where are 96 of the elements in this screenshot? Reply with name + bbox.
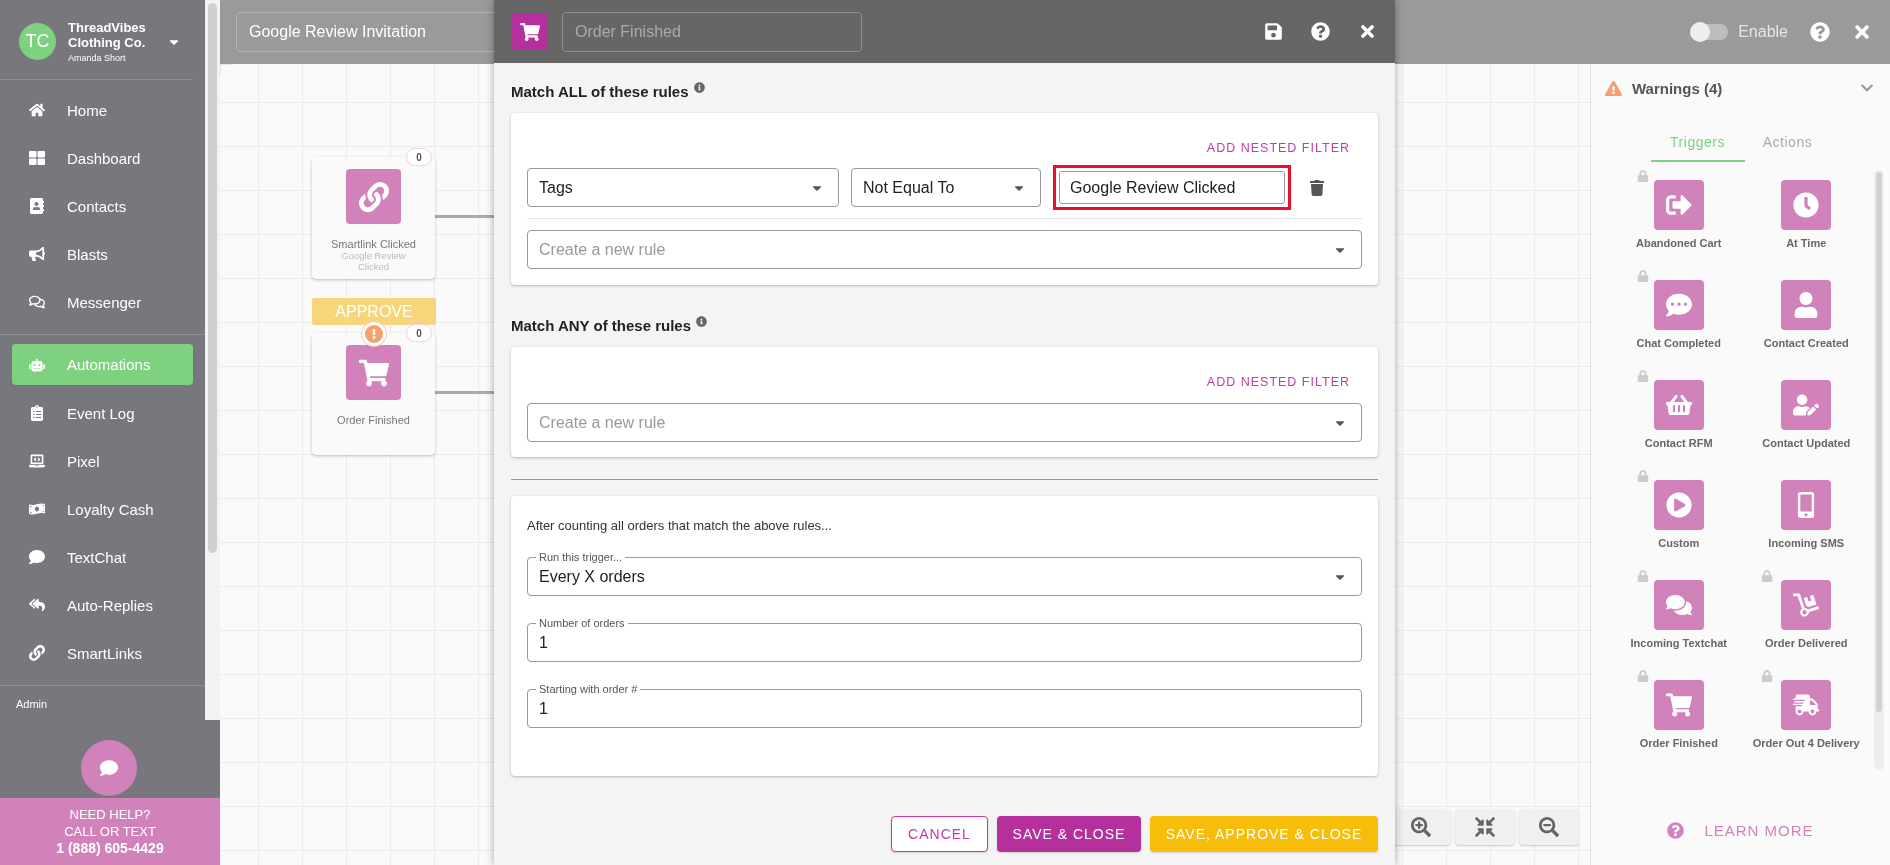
nav-item[interactable]: TextChat — [12, 533, 193, 581]
value-field[interactable]: Google Review Clicked — [1059, 171, 1285, 204]
warning-icon — [1605, 79, 1622, 97]
user-edit-icon — [1781, 380, 1832, 430]
cash-icon — [28, 501, 45, 517]
zoom-in-icon — [1411, 817, 1431, 837]
dolly-icon — [1781, 580, 1832, 630]
trigger-item[interactable]: Order Out 4 Delivery — [1742, 670, 1870, 770]
chat-bubble-icon — [28, 549, 45, 565]
info-icon — [696, 315, 708, 327]
nav-item[interactable]: Event Log — [12, 389, 193, 437]
basket-icon — [1653, 380, 1704, 430]
count-badge: 0 — [406, 324, 432, 342]
trigger-item[interactable]: Order Delivered — [1742, 570, 1870, 670]
account-user: Amanda Short — [68, 53, 127, 63]
trigger-item[interactable]: At Time — [1742, 170, 1870, 270]
reply-all-icon — [28, 597, 45, 613]
trigger-item[interactable]: Incoming SMS — [1742, 470, 1870, 570]
save-close-button[interactable]: SAVE & CLOSE — [997, 816, 1141, 852]
grid-icon — [28, 150, 45, 166]
megaphone-icon — [28, 246, 45, 262]
user-icon — [1781, 280, 1832, 330]
account-name: ThreadVibes Clothing Co. — [68, 20, 147, 50]
trigger-item[interactable]: Custom — [1615, 470, 1743, 570]
chat-bubbles-icon — [1653, 580, 1704, 630]
nav-item[interactable]: Auto-Replies — [12, 581, 193, 629]
cart-icon — [1653, 680, 1704, 730]
trigger-item[interactable]: Contact Updated — [1742, 370, 1870, 470]
operator-select[interactable]: Not Equal To — [851, 168, 1041, 207]
enable-toggle[interactable] — [1690, 24, 1729, 40]
title-field[interactable]: Order Finished — [562, 11, 862, 52]
help-icon[interactable] — [1311, 22, 1330, 41]
cart-icon — [511, 13, 548, 50]
home-icon — [28, 102, 45, 118]
intro-text: After counting all orders that match the above rules... — [527, 518, 833, 533]
phone-number: 1 (888) 605-4429 — [56, 840, 164, 857]
node-subtitle: Google Review Clicked — [340, 250, 407, 272]
close-icon[interactable] — [1358, 22, 1377, 41]
trigger-item[interactable]: Chat Completed — [1615, 270, 1743, 370]
count-badge: 0 — [406, 148, 432, 166]
trigger-item[interactable]: Incoming Textchat — [1615, 570, 1743, 670]
section-heading: Match ALL of these rules — [511, 82, 689, 100]
nav-item[interactable]: Home — [12, 86, 193, 134]
enable-label: Enable — [1738, 23, 1788, 41]
warnings-label: Warnings (4) — [1632, 79, 1723, 97]
compress-arrows-icon — [1475, 817, 1495, 837]
section-heading: Match ANY of these rules — [511, 316, 692, 334]
link-icon — [28, 645, 45, 661]
trigger-item[interactable]: Order Finished — [1615, 670, 1743, 770]
trigger-item[interactable]: Abandoned Cart — [1615, 170, 1743, 270]
chat-button[interactable] — [81, 740, 137, 796]
zoom-out-icon — [1539, 817, 1559, 837]
close-icon[interactable] — [1852, 22, 1872, 42]
cancel-button[interactable]: CANCEL — [891, 816, 988, 852]
add-nested-filter-link[interactable]: ADD NESTED FILTER — [1206, 375, 1350, 389]
save-icon[interactable] — [1264, 22, 1283, 41]
chat-bubbles-icon — [28, 294, 45, 310]
nav-item[interactable]: Pixel — [12, 437, 193, 485]
nav-item[interactable]: Blasts — [12, 230, 193, 278]
robot-icon — [28, 356, 45, 373]
approve-banner: APPROVE — [312, 298, 436, 325]
link-icon — [346, 169, 401, 224]
truck-icon — [1781, 680, 1832, 730]
nav-item[interactable]: Dashboard — [12, 134, 193, 182]
node-title: Order Finished — [337, 414, 410, 426]
trigger-item[interactable]: Contact Created — [1742, 270, 1870, 370]
help-icon[interactable] — [1810, 22, 1830, 42]
add-nested-filter-link[interactable]: ADD NESTED FILTER — [1206, 141, 1350, 155]
learn-more-link[interactable]: LEARN MORE — [1591, 795, 1890, 865]
nav-item[interactable]: SmartLinks — [12, 629, 193, 677]
zoom-out-button[interactable] — [1519, 809, 1579, 845]
phone-icon — [1781, 480, 1832, 530]
cart-icon — [346, 345, 401, 400]
chat-bubble-icon — [1653, 280, 1704, 330]
section-label: Admin — [15, 697, 49, 712]
field-select[interactable]: Tags — [527, 168, 839, 207]
help-icon — [1667, 821, 1685, 839]
address-book-icon — [28, 198, 45, 214]
nav-item[interactable]: Loyalty Cash — [12, 485, 193, 533]
help-text: NEED HELP? — [69, 806, 151, 823]
account-avatar: TC — [19, 23, 56, 60]
chat-bubble-icon — [100, 759, 118, 777]
clock-icon — [1781, 180, 1832, 230]
help-text: CALL OR TEXT — [64, 823, 156, 840]
play-icon — [1653, 480, 1704, 530]
new-rule-select[interactable]: Create a new rule — [527, 403, 1362, 442]
nav-item[interactable]: Messenger — [12, 278, 193, 326]
fit-button[interactable] — [1455, 809, 1515, 845]
nav-item[interactable]: Contacts — [12, 182, 193, 230]
node-title: Smartlink Clicked — [331, 238, 416, 250]
trigger-item[interactable]: Contact RFM — [1615, 370, 1743, 470]
clipboard-icon — [28, 405, 45, 421]
new-rule-select[interactable]: Create a new rule — [527, 230, 1362, 269]
trash-icon[interactable] — [1309, 179, 1325, 196]
laptop-icon — [28, 453, 45, 469]
info-icon — [693, 81, 705, 93]
